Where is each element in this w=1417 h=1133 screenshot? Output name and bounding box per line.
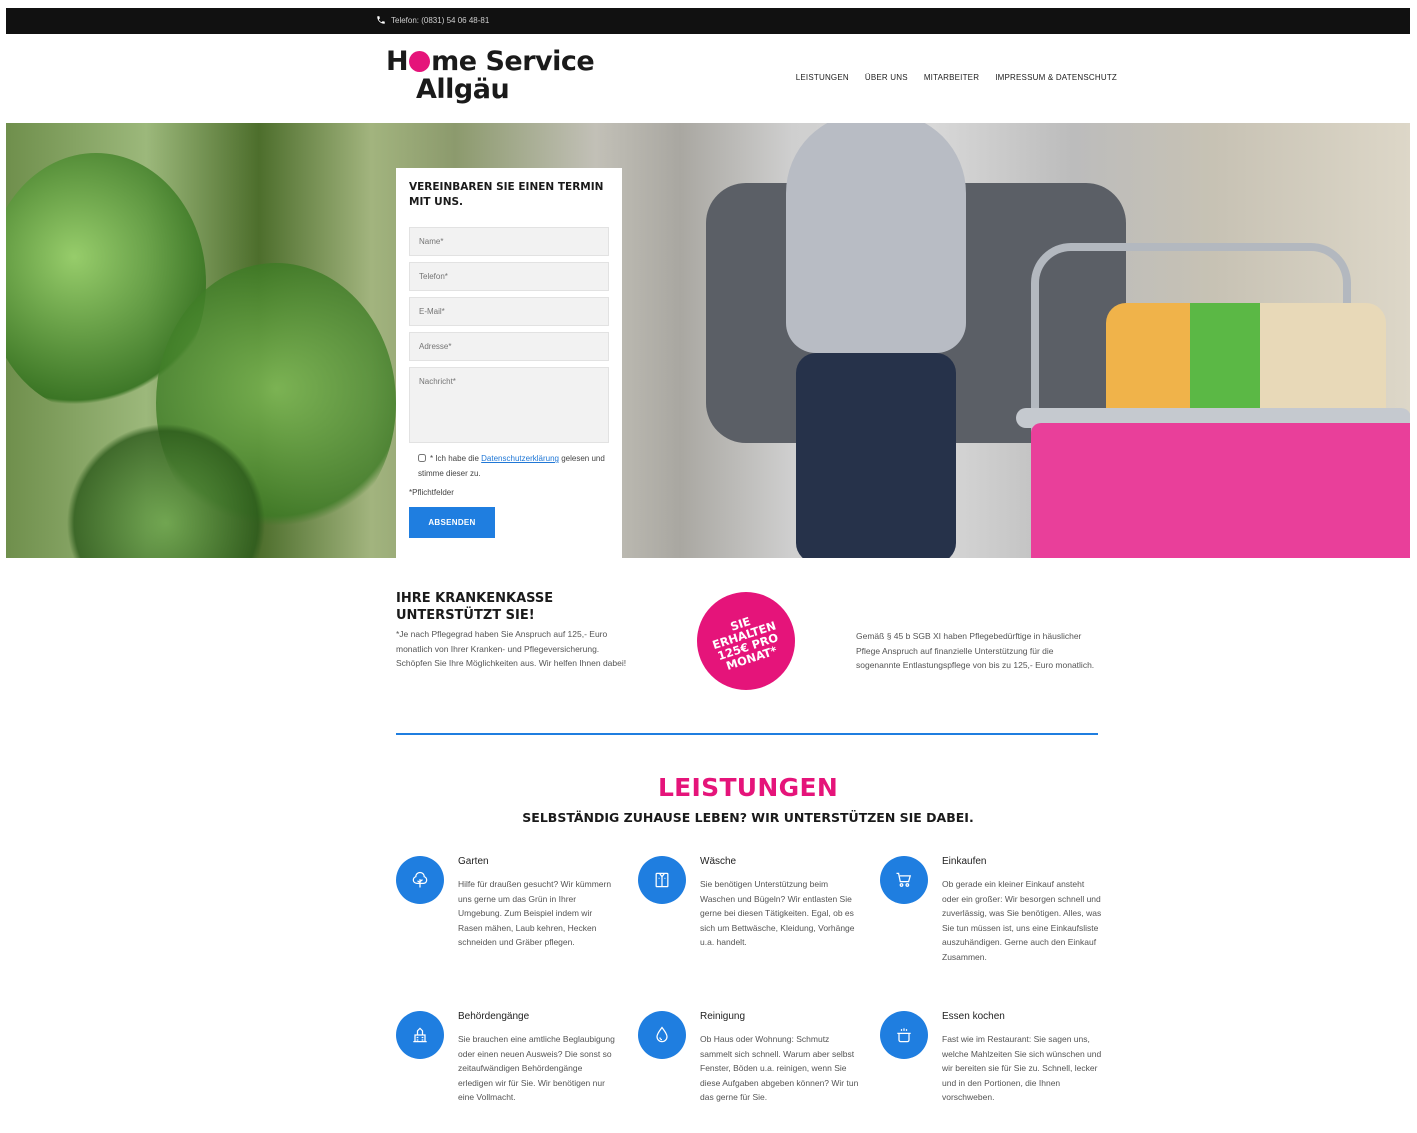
logo-line-1: Hme Service	[386, 46, 595, 77]
insurance-title: IHRE KRANKENKASSE UNTERSTÜTZT SIE!	[396, 591, 554, 623]
service-reinigung: Reinigung Ob Haus oder Wohnung: Schmutz …	[638, 1011, 870, 1133]
consent-prefix: * Ich habe die	[430, 454, 482, 463]
appointment-form: VEREINBAREN SIE EINEN TERMIN MIT UNS. * …	[396, 168, 622, 558]
adresse-input[interactable]	[409, 332, 609, 361]
insurance-text: *Je nach Pflegegrad haben Sie Anspruch a…	[396, 629, 627, 668]
hero-image	[6, 123, 1410, 558]
nav-impressum[interactable]: IMPRESSUM & DATENSCHUTZ	[995, 73, 1117, 82]
logo-line-1-text: me Service	[431, 46, 595, 77]
section-divider	[396, 733, 1098, 735]
logo[interactable]: Hme Service Allgäu	[386, 46, 595, 106]
service-text: Hilfe für draußen gesucht? Wir kümmern u…	[458, 879, 612, 948]
service-text: Sie brauchen eine amtliche Beglaubigung …	[458, 1034, 615, 1103]
hero-groceries	[1106, 303, 1386, 423]
phone-icon	[377, 16, 385, 24]
page: Telefon: (0831) 54 06 48-81 Hme Service …	[6, 8, 1410, 1133]
insurance-block: IHRE KRANKENKASSE UNTERSTÜTZT SIE! *Je n…	[396, 590, 628, 671]
nachricht-textarea[interactable]	[409, 367, 609, 443]
name-input[interactable]	[409, 227, 609, 256]
hero-basket	[1031, 423, 1410, 558]
service-title: Reinigung	[700, 1011, 746, 1022]
service-title: Essen kochen	[942, 1011, 1005, 1022]
service-einkaufen: Einkaufen Ob gerade ein kleiner Einkauf …	[880, 856, 1112, 996]
hero-person	[786, 123, 966, 353]
consent-row: * Ich habe die Datenschutzerklärung gele…	[409, 451, 609, 481]
logo-h: H	[386, 46, 409, 77]
service-title: Garten	[458, 856, 489, 867]
building-icon	[396, 1011, 444, 1059]
service-title: Wäsche	[700, 856, 737, 867]
phone-text: Telefon: (0831) 54 06 48-81	[391, 15, 490, 25]
insurance-legal-text: Gemäß § 45 b SGB XI haben Pflegebedürfti…	[856, 631, 1095, 670]
shirt-icon	[638, 856, 686, 904]
pot-icon	[880, 1011, 928, 1059]
services-subtitle: SELBSTÄNDIG ZUHAUSE LEBEN? WIR UNTERSTÜT…	[522, 810, 974, 825]
tree-icon	[396, 856, 444, 904]
service-text: Fast wie im Restaurant: Sie sagen uns, w…	[942, 1034, 1102, 1103]
top-phone[interactable]: Telefon: (0831) 54 06 48-81	[376, 15, 489, 25]
privacy-link[interactable]: Datenschutzerklärung	[481, 454, 559, 463]
services-title: LEISTUNGEN	[657, 773, 839, 802]
header: Hme Service Allgäu LEISTUNGEN ÜBER UNS M…	[6, 34, 1410, 123]
nav-leistungen[interactable]: LEISTUNGEN	[796, 73, 849, 82]
service-title: Behördengänge	[458, 1011, 530, 1022]
telefon-input[interactable]	[409, 262, 609, 291]
service-waesche: Wäsche Sie benötigen Unterstützung beim …	[638, 856, 870, 996]
service-garten: Garten Hilfe für draußen gesucht? Wir kü…	[396, 856, 628, 996]
submit-button[interactable]: ABSENDEN	[409, 507, 495, 538]
nav-ueber-uns[interactable]: ÜBER UNS	[865, 73, 908, 82]
form-title: VEREINBAREN SIE EINEN TERMIN MIT UNS.	[409, 181, 604, 208]
logo-dot-icon	[409, 51, 431, 72]
nav-mitarbeiter[interactable]: MITARBEITER	[924, 73, 979, 82]
main-nav: LEISTUNGEN ÜBER UNS MITARBEITER IMPRESSU…	[796, 73, 1117, 82]
service-text: Ob gerade ein kleiner Einkauf ansteht od…	[942, 879, 1102, 962]
price-badge: SIE ERHALTEN 125€ PRO MONAT*	[697, 592, 795, 690]
service-essen-kochen: Essen kochen Fast wie im Restaurant: Sie…	[880, 1011, 1112, 1133]
email-input[interactable]	[409, 297, 609, 326]
logo-line-2: Allgäu	[416, 74, 510, 105]
service-text: Ob Haus oder Wohnung: Schmutz sammelt si…	[700, 1034, 859, 1103]
consent-checkbox[interactable]	[418, 454, 426, 462]
cart-icon	[880, 856, 928, 904]
price-badge-text: SIE ERHALTEN 125€ PRO MONAT*	[710, 614, 781, 673]
required-note: *Pflichtfelder	[409, 488, 454, 497]
service-title: Einkaufen	[942, 856, 987, 867]
drop-icon	[638, 1011, 686, 1059]
top-bar: Telefon: (0831) 54 06 48-81	[6, 8, 1410, 34]
service-behoerdengaenge: Behördengänge Sie brauchen eine amtliche…	[396, 1011, 628, 1133]
hero-person-legs	[796, 353, 956, 558]
service-text: Sie benötigen Unterstützung beim Waschen…	[700, 879, 855, 948]
